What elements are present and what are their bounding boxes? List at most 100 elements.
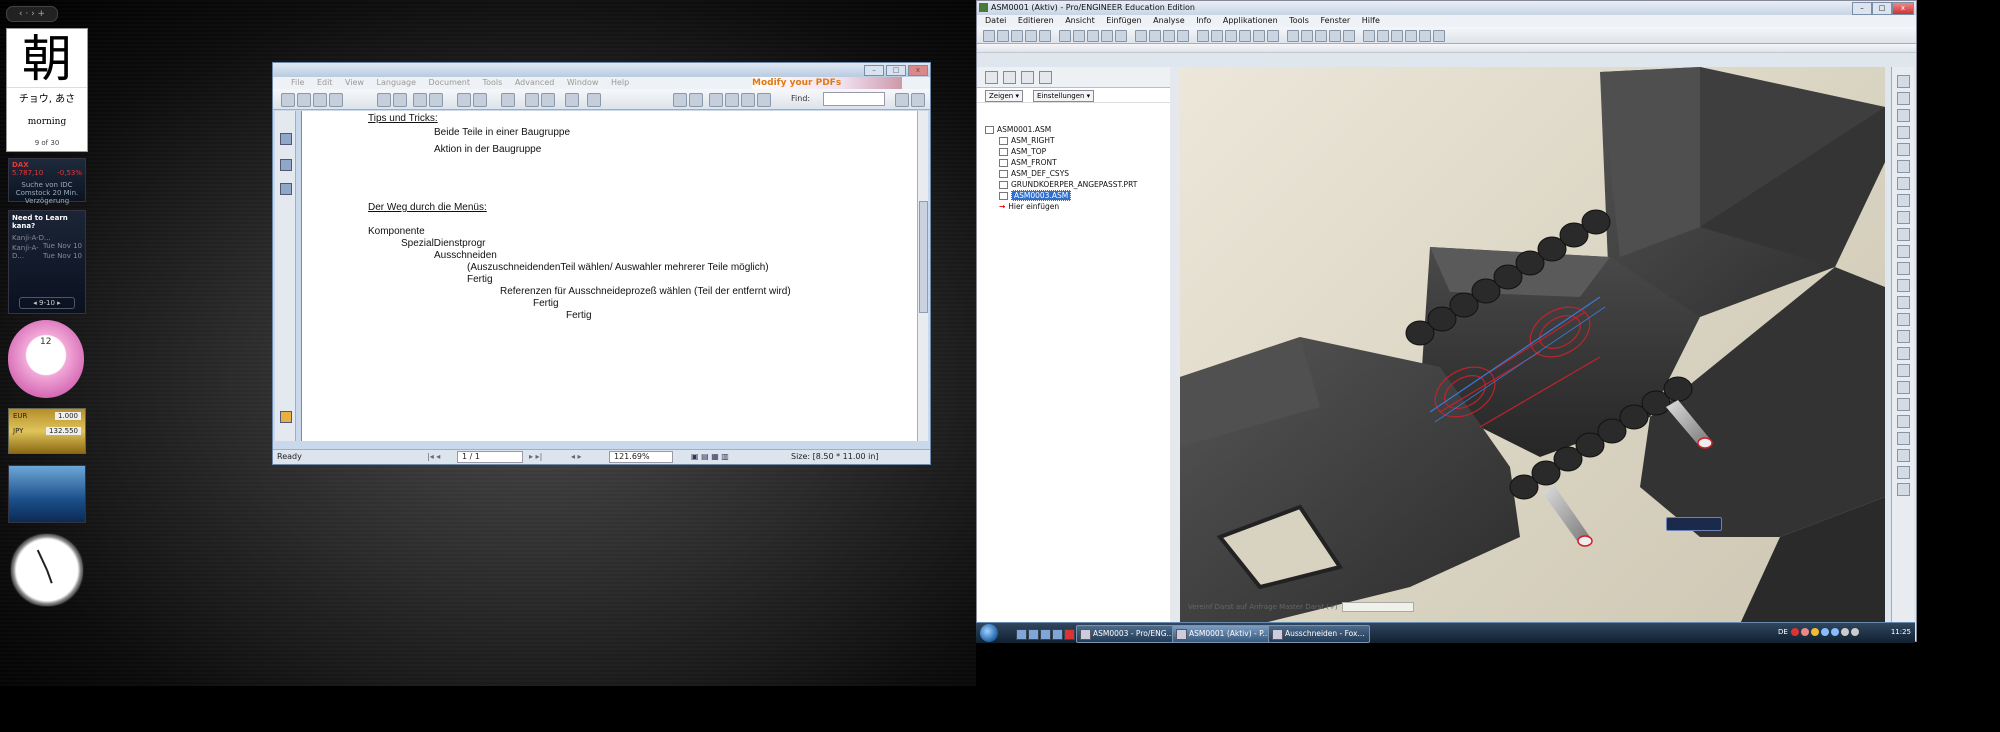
menu-hilfe[interactable]: Hilfe: [1362, 16, 1380, 25]
stock-gadget[interactable]: DAX 5.787,10 -0,53% Suche von IDC Comsto…: [8, 158, 86, 205]
tray-icon[interactable]: [1791, 628, 1799, 636]
zoom-icon[interactable]: [501, 93, 515, 107]
select-icon[interactable]: [709, 93, 723, 107]
chamfer-icon[interactable]: [1897, 347, 1910, 360]
undo-icon[interactable]: [1059, 30, 1071, 42]
clock-time[interactable]: 11:25: [1891, 628, 1911, 636]
wireframe-icon[interactable]: [1301, 30, 1313, 42]
pages-icon[interactable]: [280, 133, 292, 145]
tree-node[interactable]: → Hier einfügen: [999, 202, 1059, 211]
menu-view[interactable]: View: [345, 78, 364, 87]
solidify-icon[interactable]: [1897, 483, 1910, 496]
proe-titlebar[interactable]: ASM0001 (Aktiv) - Pro/ENGINEER Education…: [977, 1, 1916, 15]
extrude-icon[interactable]: [1897, 194, 1910, 207]
revolve-icon[interactable]: [1897, 211, 1910, 224]
kana-gadget[interactable]: Need to Learn kana? Kanji-A-D... Tue Nov …: [8, 210, 86, 314]
repaint-icon[interactable]: [1177, 30, 1189, 42]
page-nav-next-last[interactable]: ▸ ▸|: [529, 450, 542, 464]
first-page-icon[interactable]: [377, 93, 391, 107]
find-input[interactable]: [823, 92, 885, 106]
slideshow-gadget[interactable]: [8, 465, 86, 523]
tray-icon[interactable]: [1811, 628, 1819, 636]
help-icon[interactable]: [1433, 30, 1445, 42]
no-hidden-icon[interactable]: [1329, 30, 1341, 42]
trim-icon[interactable]: [1897, 415, 1910, 428]
find-next-icon[interactable]: [911, 93, 925, 107]
message-input[interactable]: [1341, 602, 1414, 612]
datum-plane-icon[interactable]: [1897, 75, 1910, 88]
menu-fenster[interactable]: Fenster: [1320, 16, 1350, 25]
analysis-icon[interactable]: [1897, 177, 1910, 190]
menu-document[interactable]: Document: [429, 78, 470, 87]
page-layout-buttons[interactable]: ▣ ▤ ▦ ▥: [691, 450, 729, 464]
quicklaunch-icon[interactable]: [1040, 629, 1051, 640]
pdf-titlebar[interactable]: – □ x: [273, 63, 930, 77]
print-icon[interactable]: [313, 93, 327, 107]
page-number-field[interactable]: 1 / 1: [457, 451, 523, 463]
zoom-in-icon[interactable]: [1197, 30, 1209, 42]
menu-tools[interactable]: Tools: [483, 78, 503, 87]
zeigen-dropdown[interactable]: Zeigen ▾: [985, 90, 1023, 102]
regenerate-icon[interactable]: [1135, 30, 1147, 42]
menu-einfuegen[interactable]: Einfügen: [1106, 16, 1141, 25]
annotation-icon[interactable]: [1419, 30, 1431, 42]
close-button[interactable]: x: [908, 65, 928, 76]
pdf-vertical-scrollbar[interactable]: [917, 111, 928, 441]
3d-graphics-area[interactable]: Vereinf Darst auf Anfrage Master Darst (…: [1180, 67, 1885, 624]
tree-node[interactable]: ASM0003.ASM: [999, 190, 1072, 201]
hand-tool-icon[interactable]: [673, 93, 687, 107]
hole-icon[interactable]: [1897, 262, 1910, 275]
menu-applikationen[interactable]: Applikationen: [1223, 16, 1278, 25]
curve-icon[interactable]: [1897, 126, 1910, 139]
zoom-out-icon[interactable]: [1211, 30, 1223, 42]
datum-axis-icon[interactable]: [1897, 92, 1910, 105]
hidden-line-icon[interactable]: [1315, 30, 1327, 42]
draft-icon[interactable]: [1897, 313, 1910, 326]
find-icon[interactable]: [1149, 30, 1161, 42]
tray-icon[interactable]: [1851, 628, 1859, 636]
tray-icon[interactable]: [1831, 628, 1839, 636]
merge-icon[interactable]: [1897, 398, 1910, 411]
maximize-button[interactable]: □: [886, 65, 906, 76]
display-style-icon[interactable]: [1287, 30, 1299, 42]
tray-icon[interactable]: [1821, 628, 1829, 636]
tray-icon[interactable]: [1841, 628, 1849, 636]
menu-window[interactable]: Window: [567, 78, 599, 87]
csys-icon[interactable]: [1405, 30, 1417, 42]
print-icon[interactable]: [1025, 30, 1037, 42]
menu-editieren[interactable]: Editieren: [1018, 16, 1054, 25]
shell-icon[interactable]: [1897, 279, 1910, 292]
menu-tools[interactable]: Tools: [1289, 16, 1309, 25]
tree-node[interactable]: ASM_TOP: [999, 147, 1046, 156]
orient-icon[interactable]: [1239, 30, 1251, 42]
redo-icon[interactable]: [1073, 30, 1085, 42]
kana-range-nav[interactable]: ◂ 9-10 ▸: [19, 297, 75, 309]
minimize-button[interactable]: –: [1852, 2, 1872, 15]
sweep-icon[interactable]: [1897, 228, 1910, 241]
back-icon[interactable]: [413, 93, 427, 107]
pdf-ad-banner[interactable]: Modify your PDFs: [752, 77, 902, 89]
tree-node[interactable]: ASM_DEF_CSYS: [999, 169, 1069, 178]
fit-page-icon[interactable]: [525, 93, 539, 107]
menu-help[interactable]: Help: [611, 78, 629, 87]
email-icon[interactable]: [1039, 30, 1051, 42]
forward-icon[interactable]: [429, 93, 443, 107]
zoom-out-icon[interactable]: [565, 93, 579, 107]
offset-icon[interactable]: [1897, 449, 1910, 462]
page-nav-first-prev[interactable]: |◂ ◂: [427, 450, 440, 464]
pattern-icon[interactable]: [1897, 364, 1910, 377]
open-icon[interactable]: [281, 93, 295, 107]
tree-node[interactable]: GRUNDKOERPER_ANGEPASST.PRT: [999, 180, 1137, 189]
layers-icon[interactable]: [1267, 30, 1279, 42]
mirror-icon[interactable]: [1897, 381, 1910, 394]
save-icon[interactable]: [1011, 30, 1023, 42]
image-icon[interactable]: [757, 93, 771, 107]
new-icon[interactable]: [983, 30, 995, 42]
favorites-icon[interactable]: [1021, 71, 1034, 84]
select-icon[interactable]: [1163, 30, 1175, 42]
email-icon[interactable]: [329, 93, 343, 107]
open-icon[interactable]: [997, 30, 1009, 42]
pdf-viewer-window[interactable]: – □ x File Edit View Language Document T…: [272, 62, 931, 465]
menu-language[interactable]: Language: [377, 78, 416, 87]
menu-ansicht[interactable]: Ansicht: [1065, 16, 1095, 25]
